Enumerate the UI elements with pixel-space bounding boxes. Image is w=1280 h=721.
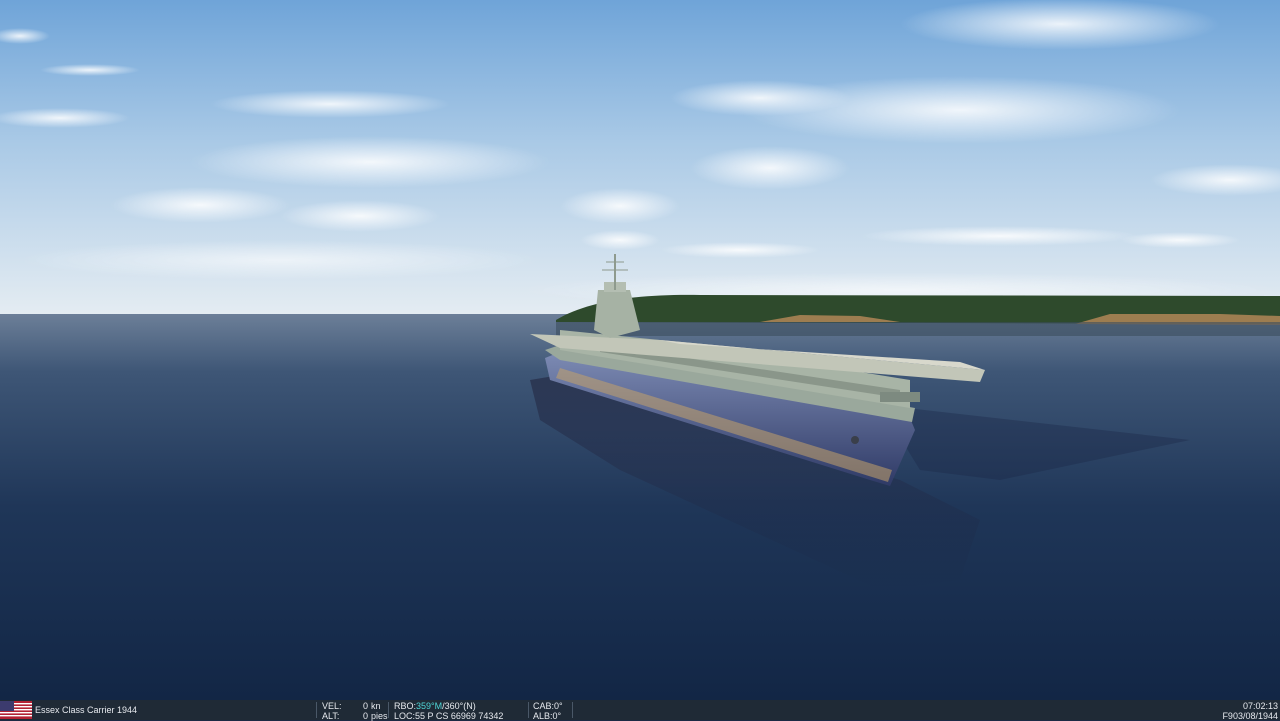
rbo-readout: RBO:359°M/360°(N) (394, 701, 476, 711)
divider (388, 702, 389, 718)
cab-value: 0° (554, 701, 563, 711)
status-bar: Essex Class Carrier 1944 VEL: 0 kn ALT: … (0, 700, 1280, 721)
3d-viewport[interactable] (0, 0, 1280, 720)
divider (316, 702, 317, 718)
rbo-magnetic: 359°M (416, 701, 443, 711)
divider (528, 702, 529, 718)
divider (572, 702, 573, 718)
mission-time: 07:02:13 (1242, 701, 1278, 711)
vel-value: 0 (362, 701, 368, 711)
unit-name: Essex Class Carrier 1944 (35, 705, 138, 715)
vel-unit: kn (371, 701, 381, 711)
rbo-true: /360°(N) (442, 701, 476, 711)
ocean-scene (0, 0, 1280, 700)
cab-readout: CAB:0° (533, 701, 563, 711)
usa-flag-icon (0, 701, 32, 719)
vel-label: VEL: (322, 701, 342, 711)
